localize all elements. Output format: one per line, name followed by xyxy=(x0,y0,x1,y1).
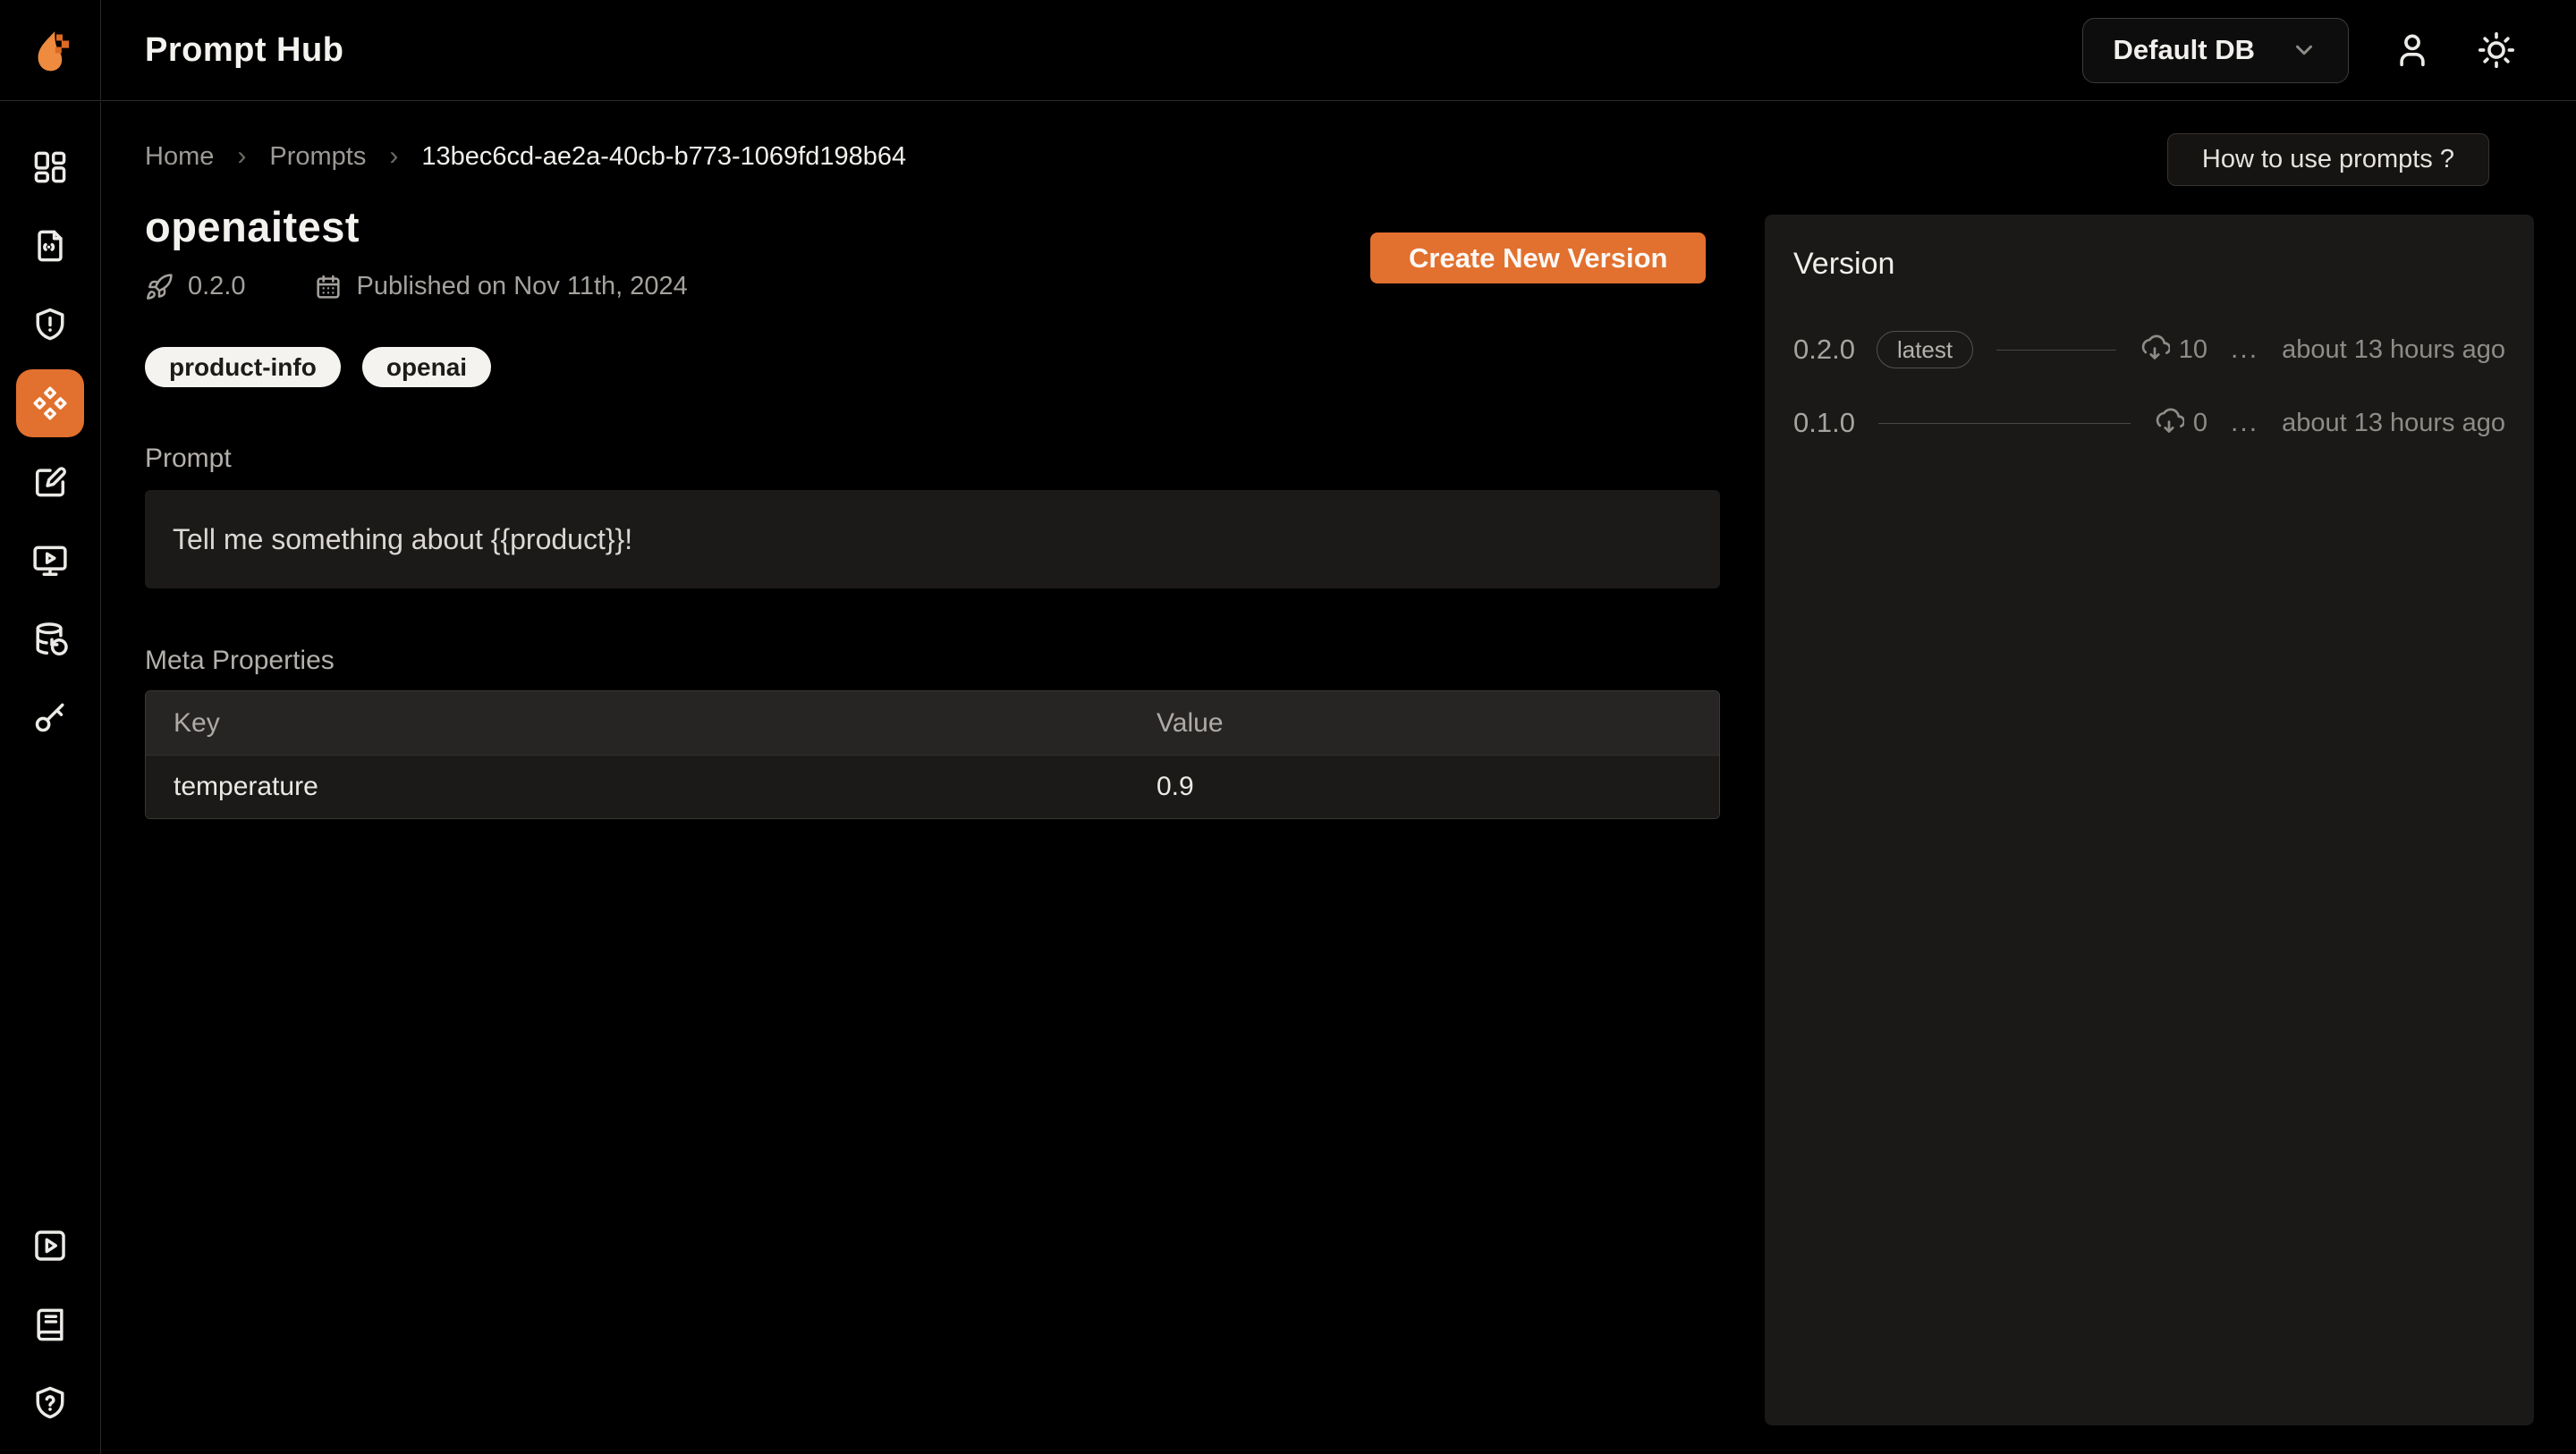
version-row-number: 0.1.0 xyxy=(1793,407,1855,439)
version-row-0-1-0[interactable]: 0.1.0 0 ... about 13 hours ago xyxy=(1793,402,2505,444)
table-header-key: Key xyxy=(146,708,1129,739)
meta-properties-table: Key Value temperature 0.9 xyxy=(145,690,1720,819)
table-row: temperature 0.9 xyxy=(146,755,1719,818)
app-title: Prompt Hub xyxy=(145,31,343,70)
breadcrumb-home[interactable]: Home xyxy=(145,142,214,172)
sidebar-item-traces[interactable] xyxy=(30,226,70,266)
sidebar-item-datasets[interactable] xyxy=(30,620,70,659)
breadcrumb-prompts[interactable]: Prompts xyxy=(269,142,366,172)
table-header-row: Key Value xyxy=(146,691,1719,755)
prompt-section-label: Prompt xyxy=(145,444,232,474)
download-count: 0 xyxy=(2193,409,2207,438)
theme-toggle-button[interactable] xyxy=(2476,30,2517,71)
breadcrumb-separator: › xyxy=(237,141,246,172)
play-square-icon xyxy=(30,1226,70,1265)
download-count: 10 xyxy=(2179,335,2207,365)
cloud-download-icon xyxy=(2140,334,2170,365)
create-new-version-button[interactable]: Create New Version xyxy=(1370,232,1706,283)
dashboard-icon xyxy=(30,148,70,187)
version-row-divider-line xyxy=(1996,350,2116,351)
table-cell-value: 0.9 xyxy=(1129,772,1719,802)
prompt-hub-diamonds-icon xyxy=(29,382,72,425)
shield-alert-icon xyxy=(30,305,70,344)
topbar-actions: Default DB xyxy=(2082,18,2576,83)
file-code-icon xyxy=(30,226,70,266)
main-content: Home › Prompts › 13bec6cd-ae2a-40cb-b773… xyxy=(101,102,2576,1454)
tag-openai: openai xyxy=(362,347,491,387)
prompt-text-box: Tell me something about {{product}}! xyxy=(145,490,1720,588)
sidebar-item-dashboard[interactable] xyxy=(30,148,70,187)
version-row-number: 0.2.0 xyxy=(1793,334,1855,366)
how-to-use-prompts-button[interactable]: How to use prompts ? xyxy=(2167,133,2489,186)
published-date: Published on Nov 11th, 2024 xyxy=(357,272,688,301)
version-row-0-2-0[interactable]: 0.2.0 latest 10 ... about 13 hours ago xyxy=(1793,328,2505,371)
book-icon xyxy=(30,1305,70,1344)
sun-icon xyxy=(2476,30,2517,71)
sidebar-nav xyxy=(0,102,101,1454)
page-title: openaitest xyxy=(145,202,360,251)
key-icon xyxy=(30,698,70,738)
sidebar-item-annotations[interactable] xyxy=(30,462,70,502)
download-count-group: 10 xyxy=(2140,334,2207,365)
version-panel: Version 0.2.0 latest 10 ... about 13 hou… xyxy=(1765,215,2534,1425)
version-list: 0.2.0 latest 10 ... about 13 hours ago 0… xyxy=(1793,328,2505,444)
tag-product-info: product-info xyxy=(145,347,341,387)
meta-properties-label: Meta Properties xyxy=(145,646,335,676)
version-number: 0.2.0 xyxy=(188,272,246,301)
database-restore-icon xyxy=(30,620,70,659)
chevron-down-icon xyxy=(2291,37,2318,63)
latest-badge: latest xyxy=(1877,331,1973,368)
table-cell-key: temperature xyxy=(146,772,1129,802)
database-selector[interactable]: Default DB xyxy=(2082,18,2349,83)
sidebar-item-playground[interactable] xyxy=(30,541,70,580)
version-more-menu[interactable]: ... xyxy=(2231,408,2258,438)
version-timestamp: about 13 hours ago xyxy=(2282,335,2505,365)
sidebar-item-api-keys[interactable] xyxy=(30,698,70,738)
download-count-group: 0 xyxy=(2154,408,2207,438)
prompt-meta-row: 0.2.0 Published on Nov 11th, 2024 xyxy=(145,272,688,301)
rocket-icon xyxy=(145,273,174,301)
version-timestamp: about 13 hours ago xyxy=(2282,409,2505,438)
prompt-text: Tell me something about {{product}}! xyxy=(173,523,632,556)
user-icon xyxy=(2392,30,2433,71)
breadcrumb-current-prompt-id: 13bec6cd-ae2a-40cb-b773-1069fd198b64 xyxy=(421,142,906,172)
breadcrumb: Home › Prompts › 13bec6cd-ae2a-40cb-b773… xyxy=(145,141,906,172)
version-more-menu[interactable]: ... xyxy=(2231,334,2258,365)
shield-question-icon xyxy=(30,1383,70,1423)
app-logo xyxy=(0,0,101,101)
table-header-value: Value xyxy=(1129,708,1719,739)
square-pen-icon xyxy=(30,462,70,502)
tags-row: product-info openai xyxy=(145,347,491,387)
sidebar-item-getting-started[interactable] xyxy=(30,1226,70,1265)
sidebar-item-support[interactable] xyxy=(30,1383,70,1423)
flame-logo-icon xyxy=(25,25,75,75)
user-profile-button[interactable] xyxy=(2392,30,2433,71)
sidebar-item-prompt-hub[interactable] xyxy=(16,369,84,437)
sidebar-item-docs[interactable] xyxy=(30,1305,70,1344)
calendar-icon xyxy=(314,273,343,301)
version-panel-title: Version xyxy=(1793,247,2505,282)
breadcrumb-separator: › xyxy=(389,141,398,172)
database-selector-label: Default DB xyxy=(2114,34,2255,66)
top-bar: Prompt Hub Default DB xyxy=(0,0,2576,101)
sidebar-item-guardrails[interactable] xyxy=(30,305,70,344)
monitor-play-icon xyxy=(30,541,70,580)
cloud-download-icon xyxy=(2154,408,2184,438)
published-group: Published on Nov 11th, 2024 xyxy=(314,272,688,301)
version-row-divider-line xyxy=(1878,423,2131,424)
